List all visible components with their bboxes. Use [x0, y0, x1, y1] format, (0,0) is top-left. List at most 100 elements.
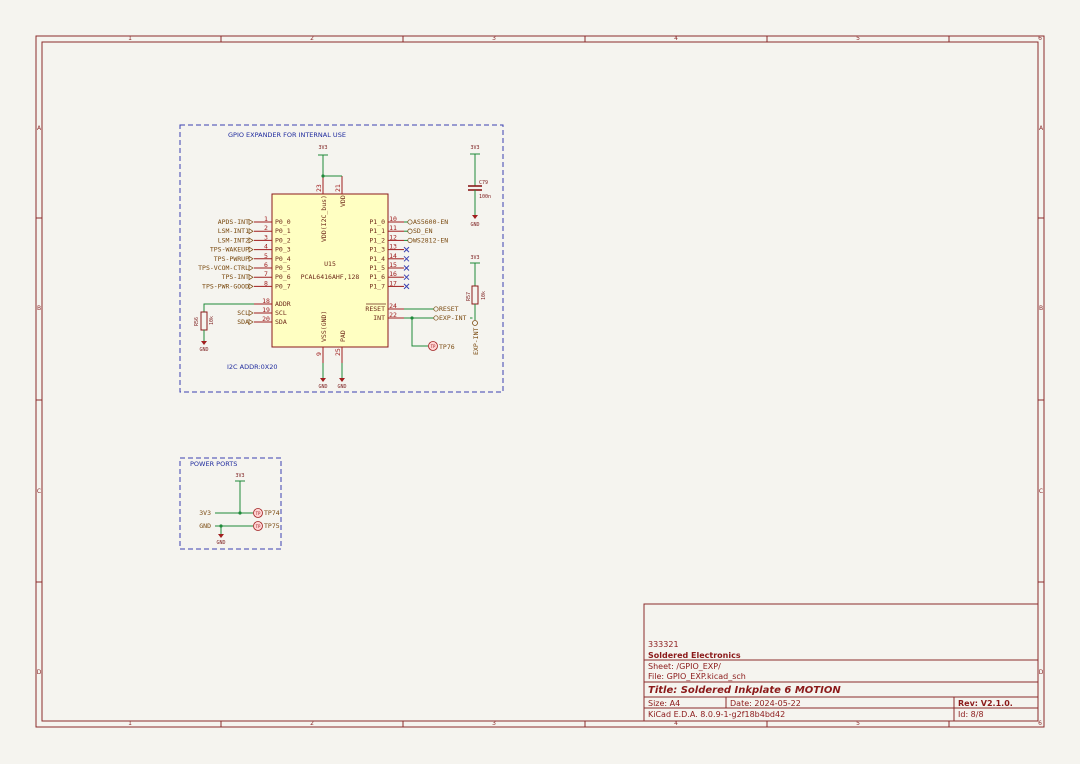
column-label: 1 — [128, 35, 132, 42]
vss-gnd-label: GND — [318, 384, 327, 390]
vdd-pin-num: 21 — [334, 184, 342, 192]
ctrl-pin-name: INT — [373, 314, 385, 322]
left-net-label[interactable]: TPS-PWR-GOOD — [202, 282, 249, 290]
left-pin-number: 5 — [264, 252, 268, 260]
addr-pin-number: 18 — [262, 297, 270, 305]
schematic-sheet: 112233445566A AB BC CD D GPIO EXPANDER FOR I… — [35, 35, 1045, 728]
tp74-glyph: TP — [256, 511, 261, 516]
r57-resistor[interactable] — [471, 285, 479, 305]
port-3v3-label: 3V3 — [199, 509, 211, 517]
tp75-glyph: TP — [256, 524, 261, 529]
left-pin-number: 1 — [264, 215, 268, 223]
column-label: 6 — [1038, 35, 1042, 42]
row-label: C — [37, 488, 41, 495]
left-net-label[interactable]: TPS-INT — [222, 273, 249, 281]
column-label: 2 — [310, 720, 314, 727]
right-pin-number: 11 — [389, 224, 397, 232]
u15-ref: U15 — [324, 260, 336, 268]
right-pin-number: 12 — [389, 233, 397, 241]
vdd-power-label: 3V3 — [318, 145, 327, 151]
tb-date: Date: 2024-05-22 — [730, 699, 801, 708]
right-pin-name: P1_0 — [369, 218, 385, 226]
ctrl-pin-name: RESET — [365, 305, 385, 313]
r57-ref: R57 — [466, 292, 472, 301]
inner-frame — [41, 41, 1039, 722]
ctrl-net-label[interactable]: RESET — [439, 305, 459, 313]
addr-pin-group: 18 ADDR 19 SCL SCL 20 SDA SDA — [237, 297, 290, 326]
c79-gnd-label: GND — [470, 222, 479, 228]
right-pin-number: 14 — [389, 252, 397, 260]
left-pin-number: 3 — [264, 233, 268, 241]
tb-sheet: Sheet: /GPIO_EXP/ — [648, 662, 721, 671]
addr-pin-name: SDA — [275, 318, 287, 326]
left-net-label[interactable]: TPS-WAKEUP — [210, 246, 249, 254]
row-label: A — [37, 125, 42, 132]
row-label: A — [1039, 125, 1044, 132]
power-ports-block: POWER PORTS 3V3 TP TP74 3V3 GND TP TP75 … — [179, 457, 282, 550]
right-pin-name: P1_5 — [369, 264, 385, 272]
addr-net-label[interactable]: SDA — [237, 318, 249, 326]
r57-power-label: 3V3 — [470, 255, 479, 261]
vdd-i2c-pin-name: VDD(I2C_bus) — [320, 195, 328, 242]
left-net-label[interactable]: APDS-INT — [218, 218, 249, 226]
addr-pin-number: 19 — [262, 306, 270, 314]
left-pin-number: 8 — [264, 279, 268, 287]
right-net-label[interactable]: SD_EN — [413, 227, 433, 235]
ctrl-pin-number: 24 — [389, 302, 397, 310]
left-pin-name: P0_7 — [275, 282, 291, 290]
tb-size: Size: A4 — [648, 699, 680, 708]
tb-tool: KiCad E.D.A. 8.0.9-1-g2f18b4bd42 — [648, 710, 785, 719]
left-pin-number: 7 — [264, 270, 268, 278]
left-pin-name: P0_3 — [275, 246, 291, 254]
right-net-label[interactable]: WS2812-EN — [413, 236, 448, 244]
ctrl-pin-group: 24 RESET RESET 22 INT EXP-INT — [365, 302, 473, 322]
u15-value: PCAL6416AHF,128 — [301, 273, 360, 281]
r57-value: 10k — [481, 291, 487, 300]
column-label: 5 — [856, 35, 860, 42]
port-gnd-label: GND — [199, 522, 211, 530]
left-net-label[interactable]: TPS-PWRUP — [214, 255, 249, 263]
right-pin-number: 16 — [389, 270, 397, 278]
left-net-label[interactable]: LSM-INT1 — [218, 227, 249, 235]
gpio-expander-block: GPIO EXPANDER FOR INTERNAL USE I2C ADDR:… — [179, 124, 504, 393]
tb-company: Soldered Electronics — [648, 651, 741, 660]
right-net-label[interactable]: AS5600-EN — [413, 218, 448, 226]
left-net-label[interactable]: TPS-VCOM-CTRL — [198, 264, 249, 272]
outer-frame — [35, 35, 1045, 728]
ctrl-pin-number: 22 — [389, 311, 397, 319]
tb-rev: Rev: V2.1.0. — [958, 699, 1013, 708]
column-label: 3 — [492, 35, 496, 42]
c79-ref: C79 — [479, 180, 488, 186]
pad-pin-num: 25 — [334, 348, 342, 356]
left-pin-number: 4 — [264, 243, 268, 251]
tp76-glyph: TP — [431, 344, 436, 349]
left-net-label[interactable]: LSM-INT2 — [218, 236, 249, 244]
power-block-title: POWER PORTS — [190, 460, 237, 468]
ctrl-net-label[interactable]: EXP-INT — [439, 314, 466, 322]
c79-power-label: 3V3 — [470, 145, 479, 151]
left-pin-group: 1 P0_0 APDS-INT 2 P0_1 LSM-INT1 3 P0_2 LSM-INT2 4… — [198, 215, 291, 290]
vdd-i2c-pin-num: 23 — [315, 184, 323, 192]
vss-pin-num: 9 — [315, 352, 323, 356]
pad-gnd-label: GND — [337, 384, 346, 390]
column-label: 2 — [310, 35, 314, 42]
pad-pin-name: PAD — [339, 330, 347, 342]
title-block: 333321 Soldered Electronics Sheet: /GPIO… — [643, 603, 1039, 722]
left-pin-name: P0_5 — [275, 264, 291, 272]
power-gnd-symbol: GND — [216, 540, 225, 546]
column-label: 6 — [1038, 720, 1042, 727]
r56-resistor[interactable] — [200, 311, 208, 331]
row-label: C — [1039, 488, 1043, 495]
r56-ref: R56 — [194, 317, 200, 326]
power-block-border — [179, 457, 282, 550]
left-pin-number: 2 — [264, 224, 268, 232]
right-pin-name: P1_7 — [369, 282, 385, 290]
left-pin-number: 6 — [264, 261, 268, 269]
column-label: 4 — [674, 35, 678, 42]
r56-value: 10k — [209, 316, 215, 325]
row-label: D — [1039, 669, 1044, 676]
tb-file: File: GPIO_EXP.kicad_sch — [648, 672, 746, 681]
gpio-block-title: GPIO EXPANDER FOR INTERNAL USE — [228, 131, 346, 139]
addr-pin-name: SCL — [275, 309, 287, 317]
addr-net-label[interactable]: SCL — [237, 309, 249, 317]
